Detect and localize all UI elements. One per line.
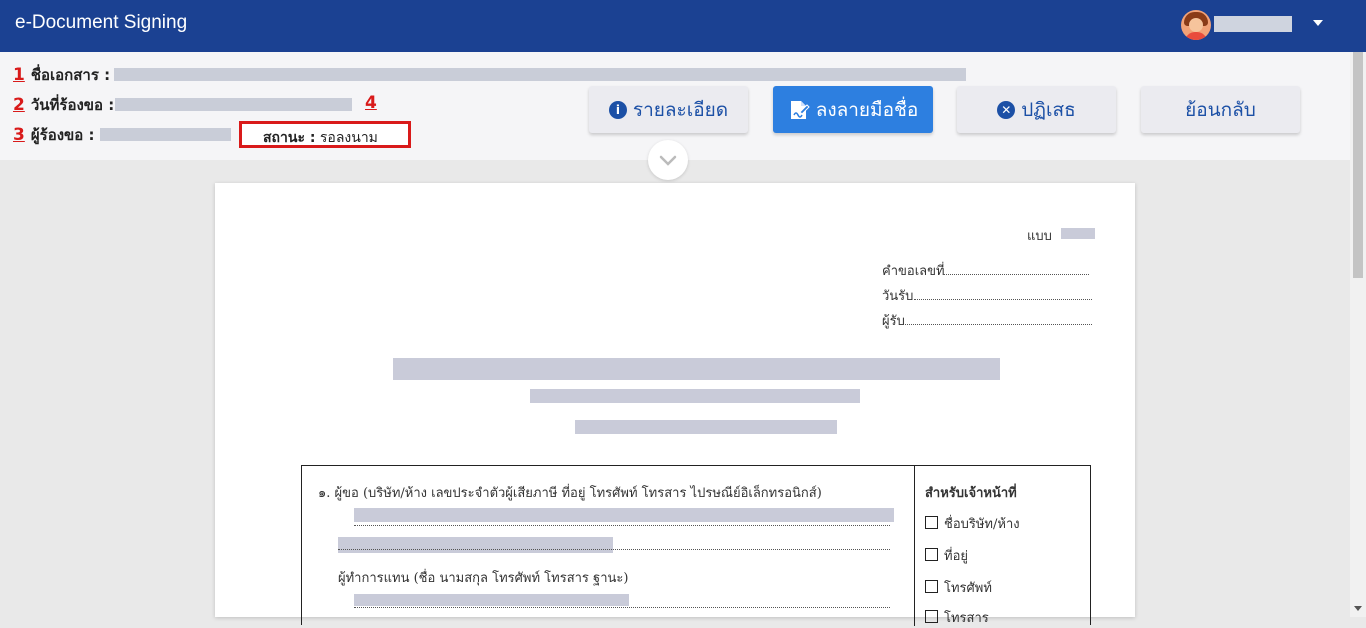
document-preview: แบบ คำขอเลขที่ วันรับ ผู้รับ ๑. ผู้ขอ (บ… <box>215 183 1135 626</box>
form-label: แบบ <box>1027 229 1052 244</box>
sign-document-icon <box>790 100 810 119</box>
app-title: e-Document Signing <box>15 12 188 33</box>
reject-button-label: ปฏิเสธ <box>1021 98 1076 121</box>
receiver-label: ผู้รับ <box>882 314 905 329</box>
sign-button-label: ลงลายมือชื่อ <box>815 98 919 121</box>
received-date-label: วันรับ <box>882 289 914 304</box>
requester-row: 3 ผู้ร้องขอ : <box>13 123 95 147</box>
marker-4: 4 <box>365 93 377 113</box>
doc-title-redacted <box>393 358 1000 380</box>
officer-item-label: ที่อยู่ <box>944 549 968 564</box>
request-no-label: คำขอเลขที่ <box>882 264 945 279</box>
scroll-down-arrow-icon[interactable] <box>1354 606 1362 611</box>
officer-check-name: ชื่อบริษัท/ห้าง <box>925 513 1020 534</box>
marker-3: 3 <box>13 125 25 145</box>
section1-label: ๑. ผู้ขอ (บริษัท/ห้าง เลขประจำตัวผู้เสีย… <box>318 486 822 501</box>
doc-subtitle2-redacted <box>575 420 837 434</box>
doc-name-value-redacted <box>114 68 966 81</box>
officer-item-label: โทรสาร <box>944 611 989 626</box>
requester-label: ผู้ร้องขอ : <box>30 126 95 144</box>
scrollbar-thumb[interactable] <box>1353 52 1363 278</box>
form-code: แบบ <box>1027 225 1052 246</box>
caret-down-icon[interactable] <box>1313 20 1323 26</box>
document-info-panel: 1 ชื่อเอกสาร : 2 วันที่ร้องขอ : 4 3 ผู้ร้อง… <box>0 52 1350 180</box>
officer-check-fax: โทรสาร <box>925 607 989 628</box>
back-button-label: ย้อนกลับ <box>1185 98 1256 121</box>
officer-check-phone: โทรศัพท์ <box>925 577 992 598</box>
close-circle-icon: ✕ <box>997 100 1016 119</box>
avatar <box>1181 10 1211 40</box>
receiver-field: ผู้รับ <box>882 310 905 331</box>
request-no-field: คำขอเลขที่ <box>882 260 945 281</box>
status-badge: สถานะ : รอลงนาม <box>239 121 411 148</box>
reject-button[interactable]: ✕ ปฏิเสธ <box>957 86 1116 133</box>
page-scrollbar[interactable] <box>1350 52 1366 617</box>
officer-check-address: ที่อยู่ <box>925 545 968 566</box>
checkbox[interactable] <box>925 548 938 561</box>
top-bar: e-Document Signing <box>0 0 1366 52</box>
request-date-value-redacted <box>115 98 352 111</box>
marker-2: 2 <box>13 95 25 115</box>
status-value: รอลงนาม <box>319 130 378 146</box>
form-code-redacted <box>1061 228 1095 239</box>
doc-name-label: ชื่อเอกสาร : <box>30 66 111 84</box>
received-date-field: วันรับ <box>882 285 913 306</box>
user-name-redacted <box>1214 16 1292 32</box>
doc-name-row: 1 ชื่อเอกสาร : <box>13 63 110 87</box>
detail-button-label: รายละเอียด <box>632 98 729 121</box>
requester-value-redacted <box>100 128 231 141</box>
status-label: สถานะ : <box>263 130 316 146</box>
officer-item-label: โทรศัพท์ <box>944 581 992 596</box>
sign-button[interactable]: ลงลายมือชื่อ <box>773 86 933 133</box>
officer-title: สำหรับเจ้าหน้าที่ <box>925 486 1017 501</box>
info-icon: i <box>608 100 627 119</box>
request-date-label: วันที่ร้องขอ : <box>30 96 115 114</box>
doc-subtitle-redacted <box>530 389 860 403</box>
officer-item-label: ชื่อบริษัท/ห้าง <box>944 517 1020 532</box>
detail-button[interactable]: i รายละเอียด <box>589 86 748 133</box>
agent-label: ผู้ทำการแทน (ชื่อ นามสกุล โทรศัพท์ โทรสา… <box>338 571 629 586</box>
checkbox[interactable] <box>925 516 938 529</box>
applicant-form-table: ๑. ผู้ขอ (บริษัท/ห้าง เลขประจำตัวผู้เสีย… <box>301 465 1091 628</box>
back-button[interactable]: ย้อนกลับ <box>1141 86 1300 133</box>
chevron-down-icon <box>659 155 677 166</box>
checkbox[interactable] <box>925 580 938 593</box>
request-date-row: 2 วันที่ร้องขอ : <box>13 93 114 117</box>
collapse-toggle-button[interactable] <box>648 140 688 180</box>
marker-1: 1 <box>13 65 25 85</box>
